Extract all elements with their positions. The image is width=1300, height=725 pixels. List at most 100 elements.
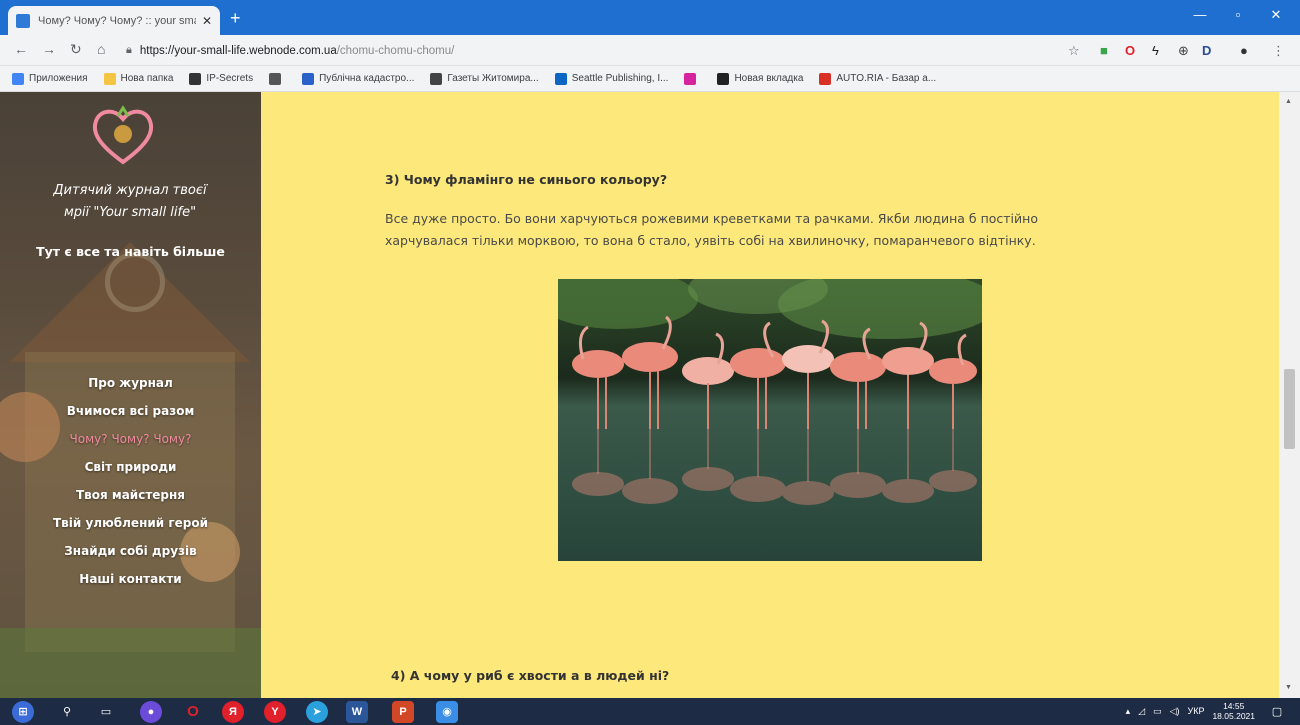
opera-icon[interactable]: O: [1125, 43, 1135, 58]
menu-item[interactable]: Наші контакти: [0, 565, 261, 593]
menu-item[interactable]: Вчимося всі разом: [0, 397, 261, 425]
site-navigation-menu: Про журнал Вчимося всі разом Чому? Чому? Ч…: [0, 369, 261, 593]
reload-icon[interactable]: ↻: [70, 41, 82, 58]
start-button-icon[interactable]: ⊞: [12, 701, 34, 723]
bookmark-label: Приложения: [29, 73, 88, 84]
network-icon[interactable]: ◿: [1138, 706, 1145, 717]
car-icon: [819, 72, 832, 85]
bookmark-item[interactable]: Нова папка: [103, 72, 174, 85]
bookmark-item[interactable]: [269, 72, 286, 85]
menu-item[interactable]: Знайди собі друзів: [0, 537, 261, 565]
magazine-title[interactable]: Дитячий журнал твоєї мрії "Your small li…: [20, 180, 240, 224]
clock[interactable]: 14:55 18.05.2021: [1212, 701, 1255, 721]
page-scrollbar[interactable]: ▲ ▼: [1279, 92, 1300, 698]
extension-green-icon[interactable]: ■: [1100, 43, 1108, 58]
bookmark-label: Seattle Publishing, I...: [571, 73, 669, 84]
bookmark-label: Новая вкладка: [734, 73, 804, 84]
word-icon[interactable]: W: [346, 701, 368, 723]
bookmark-item[interactable]: [684, 72, 701, 85]
volume-icon[interactable]: ◁): [1170, 706, 1180, 717]
lock-icon: 🔒︎: [126, 44, 132, 56]
powerpoint-icon[interactable]: P: [392, 701, 414, 723]
ip-icon: [189, 72, 202, 85]
folder-icon: [103, 72, 116, 85]
bookmark-item[interactable]: AUTO.RIA - Базар а...: [819, 72, 937, 85]
answer-paragraph: Все дуже просто. Бо вони харчуються роже…: [385, 211, 1038, 248]
round-window-illustration: [105, 252, 165, 312]
bookmark-label: AUTO.RIA - Базар а...: [836, 73, 937, 84]
grass-illustration: [0, 628, 261, 698]
extension-puzzle-icon[interactable]: ⊕: [1178, 43, 1189, 59]
profile-avatar-icon[interactable]: ●: [1240, 43, 1248, 58]
back-icon[interactable]: ←: [14, 41, 28, 57]
yandex-icon[interactable]: Я: [222, 701, 244, 723]
bookmark-label: Газеты Житомира...: [447, 73, 539, 84]
newspaper-icon: [430, 72, 443, 85]
scroll-up-icon[interactable]: ▲: [1285, 98, 1292, 105]
star-bookmark-icon[interactable]: ☆: [1068, 43, 1080, 59]
site-favicon-icon: [16, 13, 30, 28]
tab-title: Чому? Чому? Чому? :: your sma: [38, 14, 196, 27]
bookmarks-bar: Приложения Нова папка IP-Secrets Публічна к…: [0, 66, 1300, 92]
flamingo-photo: [558, 279, 982, 561]
language-indicator[interactable]: УКР: [1187, 706, 1204, 716]
home-icon[interactable]: ⌂: [97, 41, 105, 57]
close-window-icon[interactable]: ✕: [1256, 7, 1296, 23]
sidebar: Дитячий журнал твоєї мрії "Your small li…: [0, 92, 261, 698]
search-icon[interactable]: ⚲: [56, 701, 78, 723]
notifications-icon[interactable]: ▢: [1266, 701, 1288, 723]
close-tab-icon[interactable]: ✕: [202, 14, 212, 28]
bookmark-label: IP-Secrets: [206, 73, 254, 84]
site-tagline: Тут є все та навіть більше: [36, 244, 225, 259]
bookmark-item[interactable]: Seattle Publishing, I...: [554, 72, 669, 85]
heart-logo-icon[interactable]: [88, 104, 158, 166]
bookmark-item[interactable]: Публічна кадастро...: [302, 72, 415, 85]
browser-tab-active[interactable]: Чому? Чому? Чому? :: your sma ✕: [8, 6, 220, 35]
url-path: /chomu-chomu-chomu/: [336, 44, 455, 57]
menu-item[interactable]: Твій улюблений герой: [0, 509, 261, 537]
bookmark-item[interactable]: Газеты Житомира...: [430, 72, 539, 85]
web-page: Дитячий журнал твоєї мрії "Your small li…: [0, 92, 1300, 698]
tray-expand-icon[interactable]: ▴: [1126, 706, 1131, 717]
battery-icon[interactable]: ▭: [1153, 706, 1162, 717]
instagram-icon: [684, 72, 697, 85]
menu-kebab-icon[interactable]: ⋮: [1272, 43, 1285, 59]
address-bar[interactable]: 🔒︎ https://your-small-life.webnode.com.u…: [126, 40, 1056, 61]
scroll-down-icon[interactable]: ▼: [1285, 684, 1292, 691]
extension-d-icon[interactable]: D: [1202, 43, 1211, 58]
bookmark-item[interactable]: Приложения: [12, 72, 88, 85]
flash-icon: [717, 72, 730, 85]
navigation-bar: ← → ↻ ⌂ 🔒︎ https://your-small-life.webno…: [0, 35, 1300, 66]
opera-taskbar-icon[interactable]: O: [182, 701, 204, 723]
question-heading: 4) А чому у риб є хвости а в людей ні?: [391, 668, 670, 683]
clock-time: 14:55: [1223, 701, 1245, 711]
bookmark-item[interactable]: Новая вкладка: [717, 72, 804, 85]
bookmark-label: Публічна кадастро...: [319, 73, 415, 84]
menu-item[interactable]: Твоя майстерня: [0, 481, 261, 509]
apps-icon: [12, 72, 24, 85]
yandex-browser-icon[interactable]: Y: [264, 701, 286, 723]
bookmark-label: Нова папка: [120, 73, 174, 84]
menu-item[interactable]: Чому? Чому? Чому?: [0, 425, 261, 453]
windows-taskbar: ⊞ ⚲ ▭ ● O Я Y ➤ W P ◉ ▴ ◿ ▭ ◁) УКР 14:55…: [0, 698, 1300, 725]
app-circle-icon[interactable]: ●: [140, 701, 162, 723]
bookmark-item[interactable]: IP-Secrets: [189, 72, 254, 85]
question-heading: 3) Чому фламінго не синього кольору?: [385, 172, 668, 187]
scrollbar-thumb[interactable]: [1284, 369, 1295, 449]
flash-extension-icon[interactable]: ϟ: [1152, 43, 1159, 58]
system-tray: ▴ ◿ ▭ ◁) УКР 14:55 18.05.2021: [1126, 701, 1255, 721]
maximize-icon[interactable]: ▫: [1218, 7, 1258, 22]
forward-icon[interactable]: →: [42, 41, 56, 57]
magazine-title-line: Дитячий журнал твоєї: [53, 183, 207, 198]
clock-date: 18.05.2021: [1212, 711, 1255, 721]
menu-item[interactable]: Світ природи: [0, 453, 261, 481]
chrome-taskbar-icon[interactable]: ◉: [436, 701, 458, 723]
telegram-icon[interactable]: ➤: [306, 701, 328, 723]
task-view-icon[interactable]: ▭: [95, 701, 117, 723]
minimize-icon[interactable]: —: [1180, 7, 1220, 22]
new-tab-button[interactable]: +: [230, 9, 241, 27]
main-content: 3) Чому фламінго не синього кольору? Все…: [261, 92, 1279, 698]
menu-item[interactable]: Про журнал: [0, 369, 261, 397]
browser-tab-strip: Чому? Чому? Чому? :: your sma ✕ + — ▫ ✕: [0, 0, 1300, 35]
url-host: https://your-small-life.webnode.com.ua: [139, 44, 337, 57]
